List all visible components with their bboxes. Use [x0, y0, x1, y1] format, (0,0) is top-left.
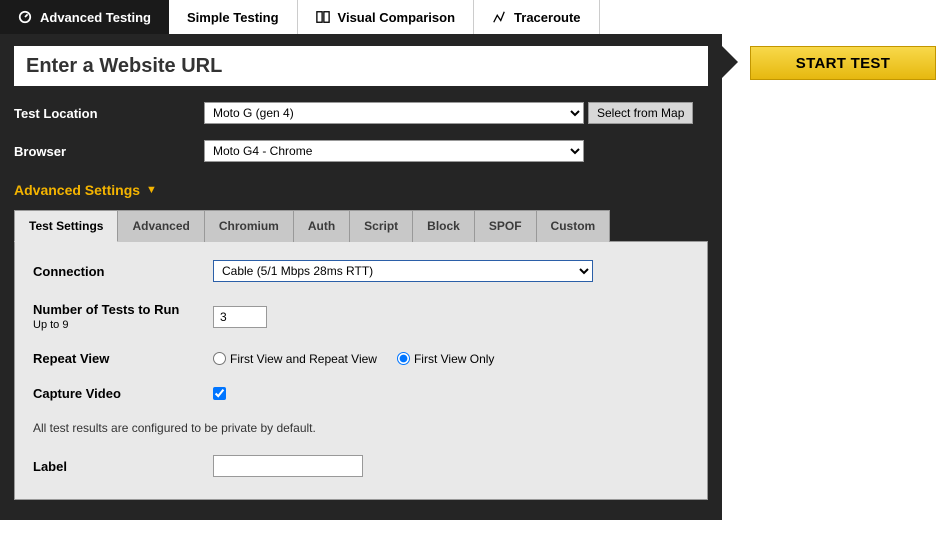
- advanced-settings-label: Advanced Settings: [14, 182, 140, 198]
- config-panel: Test Location Moto G (gen 4) Select from…: [0, 34, 722, 520]
- tab-label: Advanced Testing: [40, 10, 151, 25]
- runs-input[interactable]: [213, 306, 267, 328]
- video-checkbox[interactable]: [213, 387, 226, 400]
- subtab-advanced[interactable]: Advanced: [117, 210, 204, 242]
- subtab-test-settings[interactable]: Test Settings: [14, 210, 118, 242]
- select-from-map-button[interactable]: Select from Map: [588, 102, 693, 124]
- nav-tabs: Advanced Testing Simple Testing Visual C…: [0, 0, 944, 34]
- location-label: Test Location: [14, 106, 204, 121]
- privacy-notice: All test results are configured to be pr…: [33, 421, 689, 435]
- label-input[interactable]: [213, 455, 363, 477]
- url-input[interactable]: [14, 46, 708, 86]
- arrow-right-icon: [722, 46, 738, 78]
- subtab-script[interactable]: Script: [349, 210, 413, 242]
- tab-traceroute[interactable]: Traceroute: [474, 0, 599, 34]
- subtab-auth[interactable]: Auth: [293, 210, 350, 242]
- runs-hint: Up to 9: [33, 319, 213, 331]
- browser-label: Browser: [14, 144, 204, 159]
- video-label: Capture Video: [33, 386, 213, 401]
- browser-select[interactable]: Moto G4 - Chrome: [204, 140, 584, 162]
- repeat-radio-first-only[interactable]: [397, 352, 410, 365]
- settings-body: Connection Cable (5/1 Mbps 28ms RTT) Num…: [14, 241, 708, 500]
- settings-tabs: Test Settings Advanced Chromium Auth Scr…: [14, 210, 708, 242]
- tab-simple-testing[interactable]: Simple Testing: [169, 0, 298, 34]
- connection-label: Connection: [33, 264, 213, 279]
- label-field-label: Label: [33, 459, 213, 474]
- tab-visual-comparison[interactable]: Visual Comparison: [298, 0, 475, 34]
- connection-select[interactable]: Cable (5/1 Mbps 28ms RTT): [213, 260, 593, 282]
- subtab-chromium[interactable]: Chromium: [204, 210, 294, 242]
- gauge-icon: [18, 10, 32, 24]
- repeat-radio-both[interactable]: [213, 352, 226, 365]
- tab-advanced-testing[interactable]: Advanced Testing: [0, 0, 169, 34]
- tab-label: Simple Testing: [187, 10, 279, 25]
- chevron-down-icon: ▼: [146, 184, 157, 196]
- runs-label: Number of Tests to Run Up to 9: [33, 302, 213, 331]
- repeat-option-both[interactable]: First View and Repeat View: [213, 352, 377, 366]
- subtab-block[interactable]: Block: [412, 210, 475, 242]
- compare-icon: [316, 10, 330, 24]
- subtab-spof[interactable]: SPOF: [474, 210, 537, 242]
- start-test-button[interactable]: START TEST: [750, 46, 936, 80]
- repeat-label: Repeat View: [33, 351, 213, 366]
- tab-label: Visual Comparison: [338, 10, 456, 25]
- advanced-settings-toggle[interactable]: Advanced Settings ▼: [14, 182, 708, 198]
- location-select[interactable]: Moto G (gen 4): [204, 102, 584, 124]
- tab-label: Traceroute: [514, 10, 580, 25]
- subtab-custom[interactable]: Custom: [536, 210, 611, 242]
- route-icon: [492, 10, 506, 24]
- repeat-option-first-only[interactable]: First View Only: [397, 352, 494, 366]
